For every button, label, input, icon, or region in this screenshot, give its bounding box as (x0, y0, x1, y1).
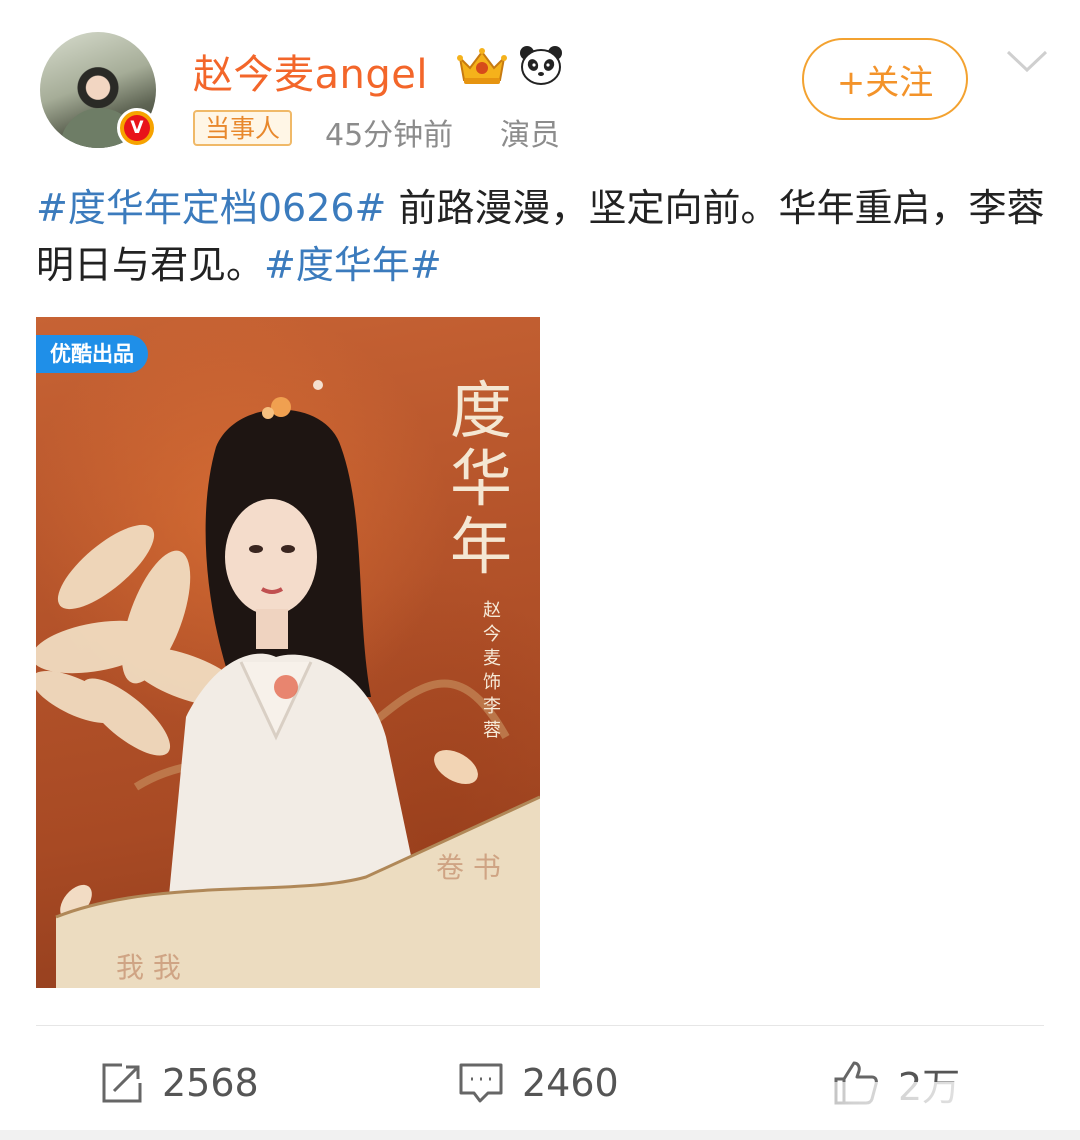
poster-credit: 赵今麦饰李蓉 (483, 600, 501, 741)
post-time: 45分钟前 (325, 118, 454, 153)
youku-badge: 优酷出品 (36, 335, 148, 373)
panda-icon[interactable] (517, 44, 565, 86)
share-icon (102, 1063, 142, 1103)
comment-count: 2460 (522, 1061, 619, 1105)
bottom-strip (0, 1130, 1080, 1140)
author-name[interactable]: 赵今麦angel (193, 42, 428, 100)
author-role: 演员 (500, 118, 560, 153)
comment-icon (459, 1063, 503, 1103)
poster-title-char: 华 (449, 442, 512, 515)
comment-button[interactable]: 2460 (458, 1055, 619, 1111)
hashtag-link[interactable]: #度华年定档0626# (36, 186, 386, 230)
repost-button[interactable]: 2568 (100, 1055, 259, 1111)
hashtag-link[interactable]: #度华年# (264, 243, 442, 287)
scroll-calligraphy: 卷 书 (436, 851, 501, 884)
verified-badge-label: V (124, 115, 150, 141)
repost-count: 2568 (162, 1061, 259, 1105)
divider (36, 1025, 1044, 1026)
party-tag: 当事人 (193, 110, 293, 146)
scroll-calligraphy: 我 我 (116, 951, 181, 984)
verified-badge-icon: V (117, 108, 157, 148)
poster-image[interactable]: 我 我 卷 书 优酷出品 度 华 年 赵今麦饰李蓉 (36, 317, 540, 988)
poster-title-char: 年 (449, 510, 512, 583)
poster-title: 度 华 年 (436, 377, 526, 581)
follow-button[interactable]: +关注 (802, 38, 968, 120)
crown-badge-icon[interactable] (454, 44, 510, 86)
chevron-down-icon[interactable] (1005, 48, 1049, 74)
poster-title-char: 度 (449, 374, 512, 447)
post-text: #度华年定档0626# 前路漫漫，坚定向前。华年重启，李蓉明日与君见。#度华年# (36, 180, 1046, 294)
